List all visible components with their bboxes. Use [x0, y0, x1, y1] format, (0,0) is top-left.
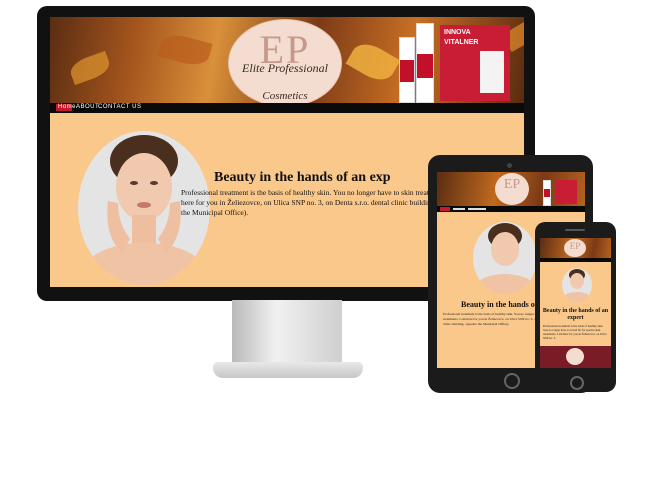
phone-hero-paragraph: Professional treatment is the basis of h…	[543, 324, 607, 340]
logo-brand-name: Elite Professional	[242, 61, 328, 75]
phone-brand-logo[interactable]: EP	[564, 239, 586, 257]
logo-brand-subtitle: Cosmetics	[262, 90, 308, 102]
serum-bottle-image	[543, 180, 551, 206]
product-box-image	[555, 180, 577, 204]
footer-brand-logo	[566, 348, 584, 365]
product-box-label: VITALNER	[444, 39, 479, 46]
phone-speaker-icon	[565, 229, 585, 231]
nav-home-label: Home	[58, 104, 77, 110]
monitor-stand-neck	[232, 300, 342, 364]
logo-monogram: EP	[503, 177, 521, 192]
autumn-leaf-decoration	[345, 37, 401, 87]
product-box-window	[480, 51, 504, 93]
serum-bottle-image	[399, 37, 415, 103]
autumn-leaf-decoration	[67, 50, 113, 86]
nav-item-contact[interactable]	[468, 208, 486, 210]
phone-screen: EP Beauty in the hands of an expert Prof…	[540, 238, 611, 368]
phone-hero-title: Beauty in the hands of an expert	[542, 308, 609, 321]
woman-face-illustration	[475, 223, 535, 294]
nav-item-contact[interactable]: CONTACT US	[98, 104, 141, 110]
nav-item-home[interactable]	[440, 207, 450, 211]
autumn-leaf-decoration	[157, 30, 213, 70]
nav-item-about[interactable]	[453, 208, 465, 210]
phone-navigation	[540, 258, 611, 262]
phone-model-portrait-image	[562, 268, 592, 302]
nav-item-about[interactable]: ABOUT	[76, 104, 99, 110]
monitor-stand-base	[213, 362, 363, 378]
tablet-brand-logo[interactable]: EP	[495, 173, 529, 205]
tablet-navigation	[437, 206, 585, 212]
product-box-brand: INNOVA	[444, 29, 471, 36]
serum-bottle-image	[416, 23, 434, 103]
product-box-image: INNOVA VITALNER	[440, 25, 510, 101]
tablet-model-portrait-image	[473, 222, 537, 294]
tablet-home-button[interactable]	[504, 373, 520, 389]
phone-footer	[540, 346, 611, 368]
tablet-camera-icon	[507, 163, 512, 168]
top-navigation: Home ABOUT CONTACT US	[50, 103, 524, 113]
phone-home-button[interactable]	[570, 376, 584, 390]
nav-item-home[interactable]: Home	[56, 104, 76, 111]
brand-logo[interactable]: EP Elite Professional Cosmetics	[228, 19, 342, 107]
woman-face-illustration	[563, 269, 591, 302]
logo-monogram: EP	[569, 241, 581, 251]
